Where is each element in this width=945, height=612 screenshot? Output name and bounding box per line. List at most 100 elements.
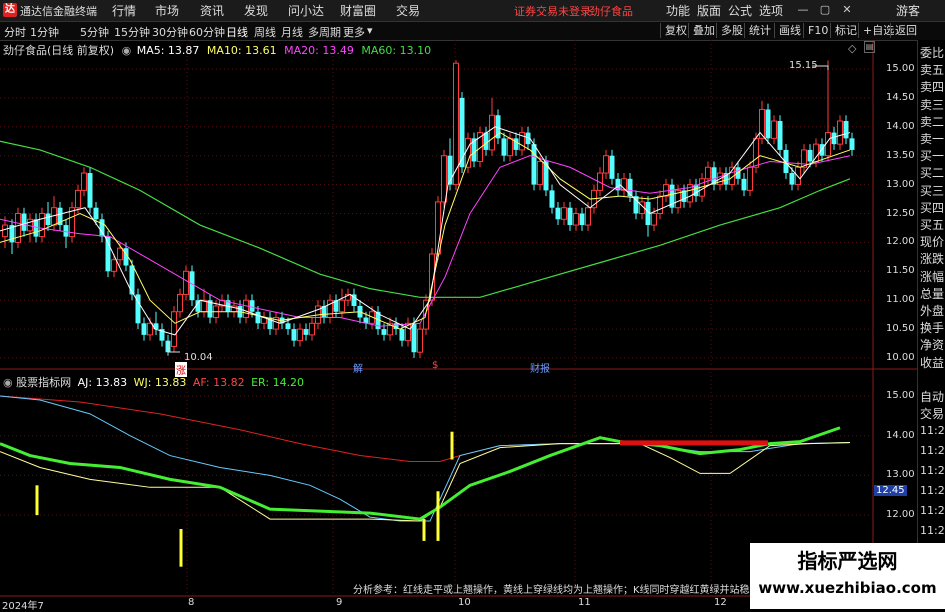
ma20-label: MA20: 13.49 [284, 44, 354, 57]
back-button[interactable]: 返回 [890, 23, 921, 38]
tab-1min[interactable]: 1分钟 [30, 24, 59, 40]
side-panel-item[interactable]: 收益 [920, 354, 944, 371]
menu-options[interactable]: 选项 [759, 2, 783, 19]
candle-body-down [399, 329, 405, 341]
candle-body-up [39, 213, 45, 238]
candle-body-down [285, 323, 291, 330]
side-panel-item[interactable]: 涨幅 [920, 268, 944, 285]
side-panel-item[interactable]: 换手 [920, 319, 944, 336]
tab-monthly[interactable]: 月线 [281, 24, 303, 40]
menu-discover[interactable]: 发现 [244, 2, 268, 19]
watermark-title: 指标严选网 [797, 549, 898, 573]
menu-function[interactable]: 功能 [666, 2, 690, 19]
tab-30min[interactable]: 30分钟 [152, 24, 188, 40]
candle-body-up [705, 166, 711, 180]
trade-time: 11:29 [920, 504, 945, 517]
side-panel-item[interactable]: 外盘 [920, 302, 944, 319]
side-panel-item[interactable]: 买五 [920, 216, 944, 233]
event-report-badge[interactable]: 财报 [530, 360, 550, 375]
side-panel-item[interactable]: 委比 [920, 44, 944, 61]
draw-button[interactable]: 画线 [774, 23, 805, 38]
guest-login[interactable]: 游客 [896, 2, 920, 19]
side-panel-item[interactable]: 买二 [920, 164, 944, 181]
candle-body-down [579, 213, 585, 226]
kline-chart[interactable] [0, 40, 917, 609]
menu-trade[interactable]: 交易 [396, 2, 420, 19]
candle-body-up [75, 189, 81, 209]
candle-body-up [585, 207, 591, 226]
candle-body-up [747, 166, 753, 191]
tab-intraday[interactable]: 分时 [4, 24, 26, 40]
menu-quotes[interactable]: 行情 [112, 2, 136, 19]
tab-5min[interactable]: 5分钟 [80, 24, 109, 40]
indicator-dot-icon[interactable]: ◉ [3, 376, 13, 389]
side-panel-item[interactable]: 买一 [920, 147, 944, 164]
event-dividend-badge[interactable]: $ [432, 360, 438, 371]
restore-icon[interactable]: ▢ [818, 3, 832, 17]
menu-market[interactable]: 市场 [155, 2, 179, 19]
menu-layout[interactable]: 版面 [697, 2, 721, 19]
side-panel-item[interactable]: 买四 [920, 199, 944, 216]
menu-formula[interactable]: 公式 [728, 2, 752, 19]
multi-stock-button[interactable]: 多股 [716, 23, 747, 38]
tab-weekly[interactable]: 周线 [254, 24, 276, 40]
side-panel-item[interactable]: 涨跌 [920, 250, 944, 267]
candle-body-down [531, 144, 537, 185]
menu-wealth[interactable]: 财富圈 [340, 2, 376, 19]
candle-body-up [297, 328, 303, 342]
tab-daily[interactable]: 日线 [226, 24, 248, 40]
chevron-down-icon[interactable]: ▾ [367, 24, 373, 37]
top-stock-name: 劲仔食品 [589, 5, 633, 18]
candle-body-down [555, 207, 561, 220]
candle-body-up [837, 120, 843, 145]
date-label-oct: 10 [458, 597, 471, 608]
aj-line [0, 441, 851, 522]
candle-body-down [807, 149, 813, 162]
side-panel-item[interactable]: 总量 [920, 285, 944, 302]
tab-more[interactable]: 更多 [343, 24, 365, 40]
candle-body-down [849, 138, 855, 150]
adjust-button[interactable]: 复权 [660, 23, 691, 38]
indicator-group [0, 395, 851, 567]
tab-15min[interactable]: 15分钟 [114, 24, 150, 40]
side-panel-item[interactable]: 卖二 [920, 113, 944, 130]
side-panel-item[interactable]: 自动 [920, 388, 944, 405]
overlay-button[interactable]: 叠加 [688, 23, 719, 38]
candle-body-down [459, 97, 465, 168]
side-panel-item[interactable]: 卖四 [920, 78, 944, 95]
side-panel-item[interactable]: 净资 [920, 336, 944, 353]
candle-body-up [537, 160, 543, 186]
candle-body-up [183, 270, 189, 295]
side-panel-item[interactable]: 交易 [920, 405, 944, 422]
date-label-nov: 11 [578, 597, 591, 608]
candle-body-up [465, 137, 471, 168]
candle-body-up [561, 207, 567, 220]
settings-dot-icon[interactable]: ◉ [122, 44, 132, 57]
event-up-badge[interactable]: 涨 [175, 362, 187, 377]
ma10-line [0, 131, 851, 330]
side-panel-item[interactable]: 卖五 [920, 61, 944, 78]
side-panel-item[interactable]: 卖一 [920, 130, 944, 147]
panel-toggle-icon[interactable]: ▤ [864, 41, 875, 53]
tab-60min[interactable]: 60分钟 [189, 24, 225, 40]
side-panel-item[interactable]: 现价 [920, 233, 944, 250]
mark-button[interactable]: 标记 [830, 23, 861, 38]
side-panel-item[interactable]: 卖三 [920, 96, 944, 113]
menu-ask[interactable]: 问小达 [288, 2, 324, 19]
candle-body-up [243, 299, 249, 319]
f10-button[interactable]: F10 [803, 23, 832, 38]
sub-legend: ◉ 股票指标网 AJ: 13.83 WJ: 13.83 AF: 13.82 ER… [3, 374, 304, 390]
event-unlock-badge[interactable]: 解 [353, 360, 363, 375]
signal-bar [436, 491, 440, 541]
login-warning[interactable]: 证券交易未登录 [514, 3, 591, 19]
chart-area[interactable]: 劲仔食品(日线 前复权) ◉ MA5: 13.87 MA10: 13.61 MA… [0, 40, 917, 612]
candle-body-down [765, 109, 771, 139]
minimize-icon[interactable]: — [796, 3, 810, 17]
side-panel-item[interactable]: 买三 [920, 182, 944, 199]
stats-button[interactable]: 统计 [744, 23, 775, 38]
menu-news[interactable]: 资讯 [200, 2, 224, 19]
tab-multi-period[interactable]: 多周期 [308, 24, 341, 40]
candle-body-up [657, 195, 663, 215]
close-icon[interactable]: ✕ [840, 3, 854, 17]
diamond-icon[interactable]: ◇ [848, 42, 856, 55]
